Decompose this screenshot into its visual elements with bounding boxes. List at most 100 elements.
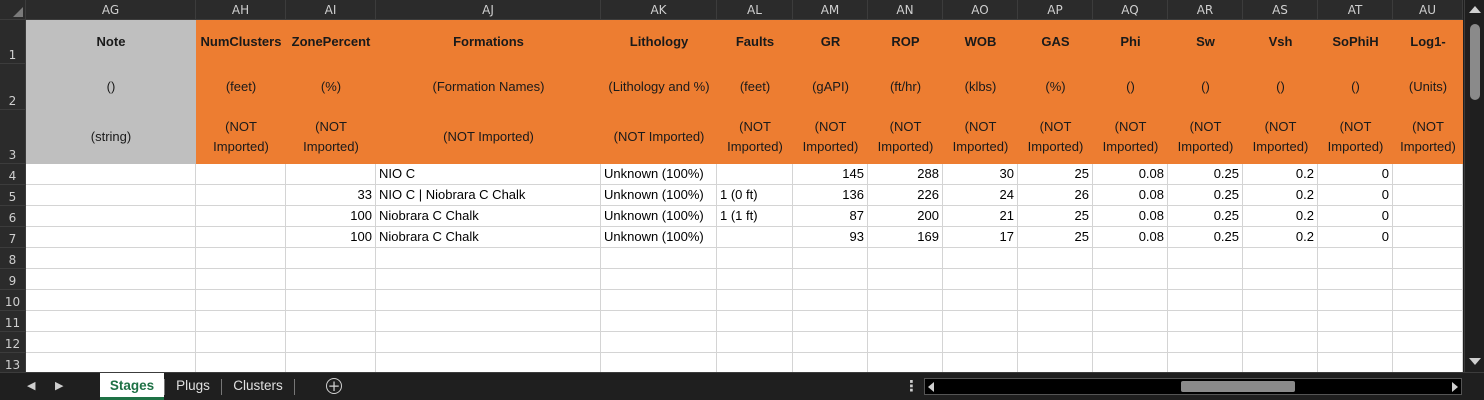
table-cell[interactable]: 0.2 [1243,164,1318,185]
table-cell[interactable] [1168,332,1243,353]
table-cell[interactable] [601,248,717,269]
table-cell[interactable] [196,185,286,206]
column-header[interactable]: AU [1393,0,1463,20]
header-cell[interactable]: Sw [1168,20,1243,64]
header-cell[interactable]: (feet) [717,64,793,110]
table-cell[interactable]: 0 [1318,164,1393,185]
table-cell[interactable] [868,353,943,374]
table-cell[interactable] [196,164,286,185]
table-cell[interactable] [1018,311,1093,332]
header-cell[interactable]: (NOT Imported) [943,110,1018,164]
table-cell[interactable] [1393,206,1463,227]
header-cell[interactable]: (NOT Imported) [1168,110,1243,164]
scroll-right-arrow-icon[interactable] [1452,382,1458,392]
table-cell[interactable] [717,353,793,374]
table-cell[interactable] [1318,332,1393,353]
table-cell[interactable] [26,164,196,185]
table-cell[interactable] [1318,311,1393,332]
table-cell[interactable] [26,332,196,353]
table-cell[interactable] [601,353,717,374]
table-cell[interactable] [793,332,868,353]
table-cell[interactable] [196,269,286,290]
table-cell[interactable]: 0.08 [1093,206,1168,227]
table-cell[interactable]: Unknown (100%) [601,227,717,248]
table-cell[interactable]: NIO C | Niobrara C Chalk [376,185,601,206]
header-cell[interactable]: ROP [868,20,943,64]
table-cell[interactable] [286,353,376,374]
header-cell[interactable]: (NOT Imported) [1243,110,1318,164]
row-header[interactable]: 12 [0,332,26,353]
table-cell[interactable] [1168,290,1243,311]
table-cell[interactable] [717,269,793,290]
header-cell[interactable]: Formations [376,20,601,64]
header-cell[interactable]: (NOT Imported) [1018,110,1093,164]
table-cell[interactable] [26,269,196,290]
table-cell[interactable] [26,227,196,248]
row-header[interactable]: 10 [0,290,26,311]
header-cell[interactable]: (ft/hr) [868,64,943,110]
table-cell[interactable]: 1 (0 ft) [717,185,793,206]
table-cell[interactable] [1243,269,1318,290]
header-cell[interactable]: (klbs) [943,64,1018,110]
table-cell[interactable] [1243,311,1318,332]
header-cell[interactable]: SoPhiH [1318,20,1393,64]
select-all-corner[interactable] [0,0,26,20]
column-header[interactable]: AM [793,0,868,20]
table-cell[interactable] [1243,248,1318,269]
row-header[interactable]: 2 [0,64,26,110]
header-cell[interactable]: (string) [26,110,196,164]
header-cell[interactable]: Faults [717,20,793,64]
table-cell[interactable] [1018,269,1093,290]
table-cell[interactable]: 25 [1018,206,1093,227]
table-cell[interactable] [1093,290,1168,311]
header-cell[interactable]: NumClusters [196,20,286,64]
table-cell[interactable]: Unknown (100%) [601,164,717,185]
table-cell[interactable] [1243,353,1318,374]
horizontal-scroll-thumb[interactable] [1181,381,1295,392]
table-cell[interactable] [1318,269,1393,290]
table-cell[interactable]: 0.2 [1243,206,1318,227]
header-cell[interactable]: (NOT Imported) [286,110,376,164]
header-cell[interactable]: (NOT Imported) [868,110,943,164]
column-header[interactable]: AP [1018,0,1093,20]
table-cell[interactable] [793,269,868,290]
table-cell[interactable]: 0 [1318,206,1393,227]
table-cell[interactable] [1243,332,1318,353]
table-cell[interactable] [376,353,601,374]
header-cell[interactable]: (NOT Imported) [1093,110,1168,164]
header-cell[interactable]: (NOT Imported) [717,110,793,164]
table-cell[interactable]: 0.08 [1093,185,1168,206]
table-cell[interactable] [26,206,196,227]
table-cell[interactable]: Niobrara C Chalk [376,206,601,227]
table-cell[interactable] [943,248,1018,269]
table-cell[interactable]: 0.25 [1168,227,1243,248]
table-cell[interactable] [943,353,1018,374]
scroll-down-arrow-icon[interactable] [1469,358,1481,365]
table-cell[interactable]: 0 [1318,227,1393,248]
table-cell[interactable] [1318,248,1393,269]
header-cell[interactable]: Phi [1093,20,1168,64]
table-cell[interactable] [868,311,943,332]
table-cell[interactable] [717,248,793,269]
table-cell[interactable]: 0.08 [1093,164,1168,185]
table-cell[interactable] [196,227,286,248]
table-cell[interactable] [1018,290,1093,311]
sheet-tab-clusters[interactable]: Clusters [224,373,292,400]
table-cell[interactable] [717,227,793,248]
table-cell[interactable] [1018,332,1093,353]
table-cell[interactable] [26,248,196,269]
table-cell[interactable] [286,164,376,185]
table-cell[interactable] [196,311,286,332]
header-cell[interactable]: (NOT Imported) [793,110,868,164]
table-cell[interactable] [793,311,868,332]
header-cell[interactable]: GR [793,20,868,64]
table-cell[interactable] [1168,311,1243,332]
table-cell[interactable]: Unknown (100%) [601,206,717,227]
table-cell[interactable]: Unknown (100%) [601,185,717,206]
header-cell[interactable]: (%) [286,64,376,110]
table-cell[interactable] [1093,311,1168,332]
header-cell[interactable]: (NOT Imported) [376,110,601,164]
column-header[interactable]: AI [286,0,376,20]
table-cell[interactable]: 169 [868,227,943,248]
add-sheet-icon[interactable]: + [326,378,342,394]
